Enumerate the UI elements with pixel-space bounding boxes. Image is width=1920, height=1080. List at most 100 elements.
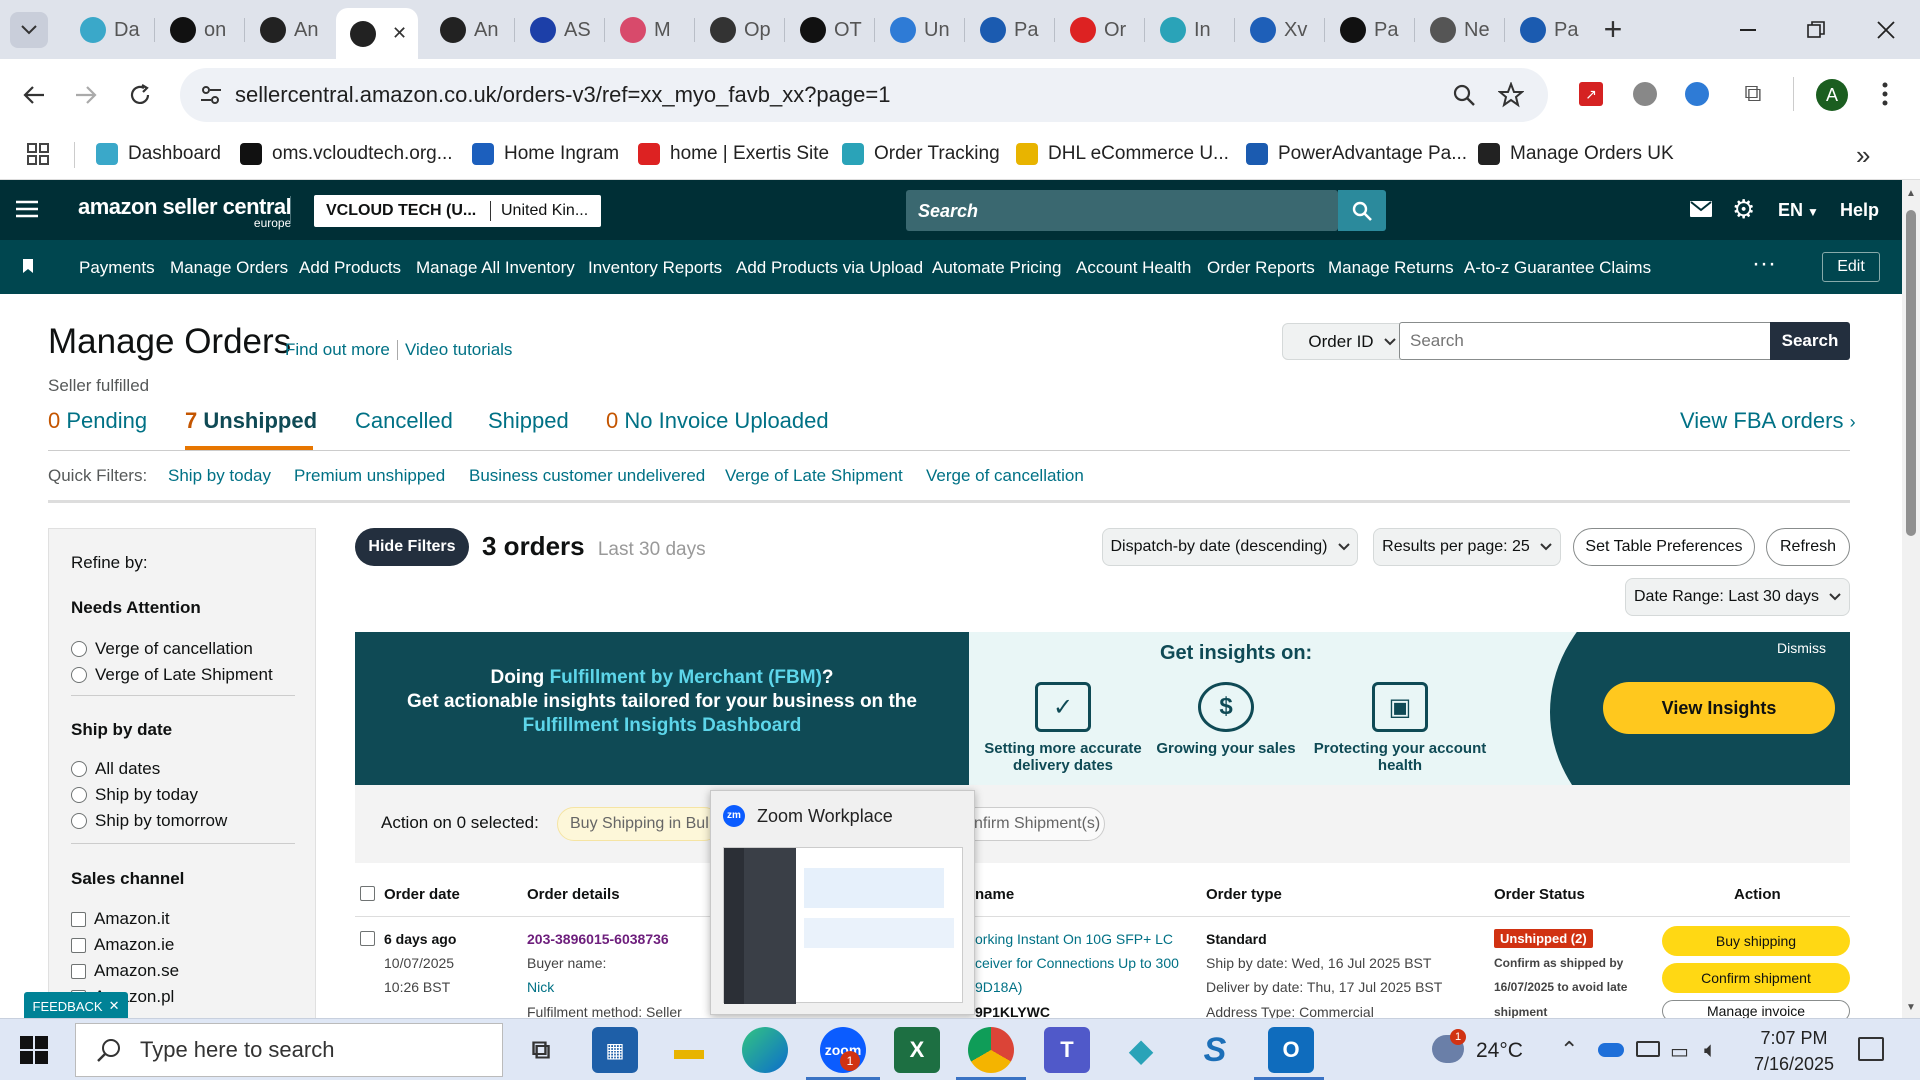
browser-tab-11[interactable]: Or [1056, 8, 1140, 52]
close-window-button[interactable] [1856, 10, 1916, 50]
checkbox[interactable] [71, 963, 86, 979]
bookmark-2[interactable]: Home Ingram [472, 138, 619, 170]
outlook-icon[interactable]: O [1268, 1027, 1314, 1073]
chrome-icon[interactable] [968, 1027, 1014, 1073]
product-title-link[interactable]: orking Instant On 10G SFP+ LC [975, 931, 1173, 947]
tab-unshipped[interactable]: 7 Unshipped [185, 408, 317, 434]
nav-link-7[interactable]: Account Health [1076, 258, 1191, 278]
filter-channel-it[interactable]: Amazon.it [71, 909, 170, 929]
buy-shipping-bulk-button[interactable]: Buy Shipping in Bul [557, 807, 721, 841]
bookmark-6[interactable]: PowerAdvantage Pa... [1246, 138, 1467, 170]
bookmark-1[interactable]: oms.vcloudtech.org... [240, 138, 453, 170]
file-explorer-icon[interactable]: ▬ [666, 1027, 712, 1073]
feedback-tab[interactable]: FEEDBACK ✕ [24, 992, 128, 1020]
browser-tab-0[interactable]: Da [66, 8, 150, 52]
scroll-down-arrow[interactable]: ▼ [1906, 1002, 1916, 1013]
nav-link-6[interactable]: Automate Pricing [932, 258, 1061, 278]
select-all-checkbox[interactable] [360, 886, 375, 901]
bookmark-5[interactable]: DHL eCommerce U... [1016, 138, 1229, 170]
filter-channel-ie[interactable]: Amazon.ie [71, 935, 174, 955]
more-bookmarks-icon[interactable]: » [1856, 140, 1870, 171]
quick-filter-2[interactable]: Business customer undelivered [469, 466, 705, 486]
browser-tab-3[interactable]: ✕ [336, 8, 418, 59]
view-fba-orders-link[interactable]: View FBA orders › [1680, 408, 1856, 434]
order-id-link[interactable]: 203-3896015-6038736 [527, 931, 669, 947]
filter-ship-tomorrow[interactable]: Ship by tomorrow [71, 811, 227, 831]
view-insights-button[interactable]: View Insights [1603, 682, 1835, 734]
teams-icon[interactable]: T [1044, 1027, 1090, 1073]
menu-kebab-icon[interactable] [1868, 77, 1902, 111]
fbm-link[interactable]: Fulfillment by Merchant (FBM) [550, 667, 822, 688]
site-settings-icon[interactable] [200, 85, 222, 105]
close-icon[interactable]: ✕ [109, 998, 120, 1014]
header-search-button[interactable] [1338, 190, 1386, 231]
nav-link-3[interactable]: Manage All Inventory [416, 258, 575, 278]
restore-button[interactable] [1786, 10, 1846, 50]
scroll-thumb[interactable] [1906, 210, 1916, 536]
network-extension-icon[interactable] [1680, 77, 1714, 111]
edge-icon[interactable] [742, 1027, 788, 1073]
tab-search-button[interactable] [10, 12, 48, 48]
radio-button[interactable] [71, 761, 87, 777]
hamburger-menu-icon[interactable] [16, 200, 38, 223]
network-icon[interactable]: ▭ [1670, 1039, 1689, 1064]
tab-shipped[interactable]: Shipped [488, 408, 569, 434]
address-bar[interactable]: sellercentral.amazon.co.uk/orders-v3/ref… [180, 68, 1548, 122]
browser-tab-12[interactable]: In [1146, 8, 1230, 52]
order-search-button[interactable]: Search [1770, 322, 1850, 360]
zoom-preview-thumbnail[interactable] [723, 847, 963, 1004]
nav-link-10[interactable]: A-to-z Guarantee Claims [1464, 258, 1651, 278]
pdf-extension-icon[interactable]: ↗ [1574, 77, 1608, 111]
apps-grid-icon[interactable] [26, 142, 50, 171]
onedrive-icon[interactable] [1598, 1043, 1624, 1057]
table-preferences-button[interactable]: Set Table Preferences [1573, 528, 1755, 566]
row-checkbox[interactable] [360, 931, 375, 946]
filter-verge-cancellation[interactable]: Verge of cancellation [71, 639, 253, 659]
minimize-button[interactable] [1718, 10, 1778, 50]
close-tab-icon[interactable]: ✕ [392, 23, 407, 44]
mail-icon[interactable] [1690, 201, 1712, 222]
star-bookmark-icon[interactable] [1498, 82, 1524, 108]
radio-button[interactable] [71, 667, 87, 683]
bookmark-3[interactable]: home | Exertis Site [638, 138, 829, 170]
browser-tab-1[interactable]: on [156, 8, 240, 52]
checkbox[interactable] [71, 911, 86, 927]
radio-button[interactable] [71, 787, 87, 803]
nav-link-5[interactable]: Add Products via Upload [736, 258, 923, 278]
results-per-page-select[interactable]: Results per page: 25 [1373, 528, 1561, 566]
confirm-shipment-button[interactable]: Confirm shipment [1662, 963, 1850, 993]
filter-verge-late-shipment[interactable]: Verge of Late Shipment [71, 665, 273, 685]
buyer-name-link[interactable]: Nick [527, 979, 554, 995]
clock[interactable]: 7:07 PM 7/16/2025 [1746, 1025, 1842, 1077]
nav-link-8[interactable]: Order Reports [1207, 258, 1315, 278]
bookmark-4[interactable]: Order Tracking [842, 138, 1000, 170]
browser-tab-14[interactable]: Pa [1326, 8, 1410, 52]
browser-tab-16[interactable]: Pa [1506, 8, 1590, 52]
nav-link-0[interactable]: Payments [79, 258, 155, 278]
zoom-taskbar-preview[interactable]: zm Zoom Workplace [710, 790, 975, 1015]
quick-filter-0[interactable]: Ship by today [168, 466, 271, 486]
tab-pending[interactable]: 0 Pending [48, 408, 147, 434]
help-link[interactable]: Help [1840, 200, 1879, 221]
language-selector[interactable]: EN ▼ [1778, 200, 1819, 221]
nav-more-icon[interactable]: ··· [1752, 250, 1776, 278]
browser-tab-6[interactable]: M [606, 8, 690, 52]
radio-button[interactable] [71, 813, 87, 829]
forward-button[interactable] [66, 75, 106, 115]
zoom-magnifier-icon[interactable] [1452, 83, 1476, 107]
nav-link-1[interactable]: Manage Orders [170, 258, 288, 278]
settings-gear-icon[interactable]: ⚙ [1732, 196, 1755, 222]
globe-extension-icon[interactable] [1628, 77, 1662, 111]
battery-icon[interactable] [1636, 1041, 1660, 1057]
buy-shipping-button[interactable]: Buy shipping [1662, 926, 1850, 956]
tab-no-invoice[interactable]: 0 No Invoice Uploaded [606, 408, 829, 434]
notification-center-icon[interactable] [1858, 1037, 1884, 1061]
video-tutorials-link[interactable]: Video tutorials [405, 340, 512, 360]
filter-all-dates[interactable]: All dates [71, 759, 160, 779]
excel-icon[interactable]: X [894, 1027, 940, 1073]
app-diamond-icon[interactable]: ◆ [1118, 1027, 1164, 1073]
bookmark-0[interactable]: Dashboard [96, 138, 221, 170]
browser-tab-2[interactable]: An [246, 8, 330, 52]
dismiss-link[interactable]: Dismiss [1777, 640, 1826, 656]
col-order-date[interactable]: Order date [384, 886, 460, 903]
